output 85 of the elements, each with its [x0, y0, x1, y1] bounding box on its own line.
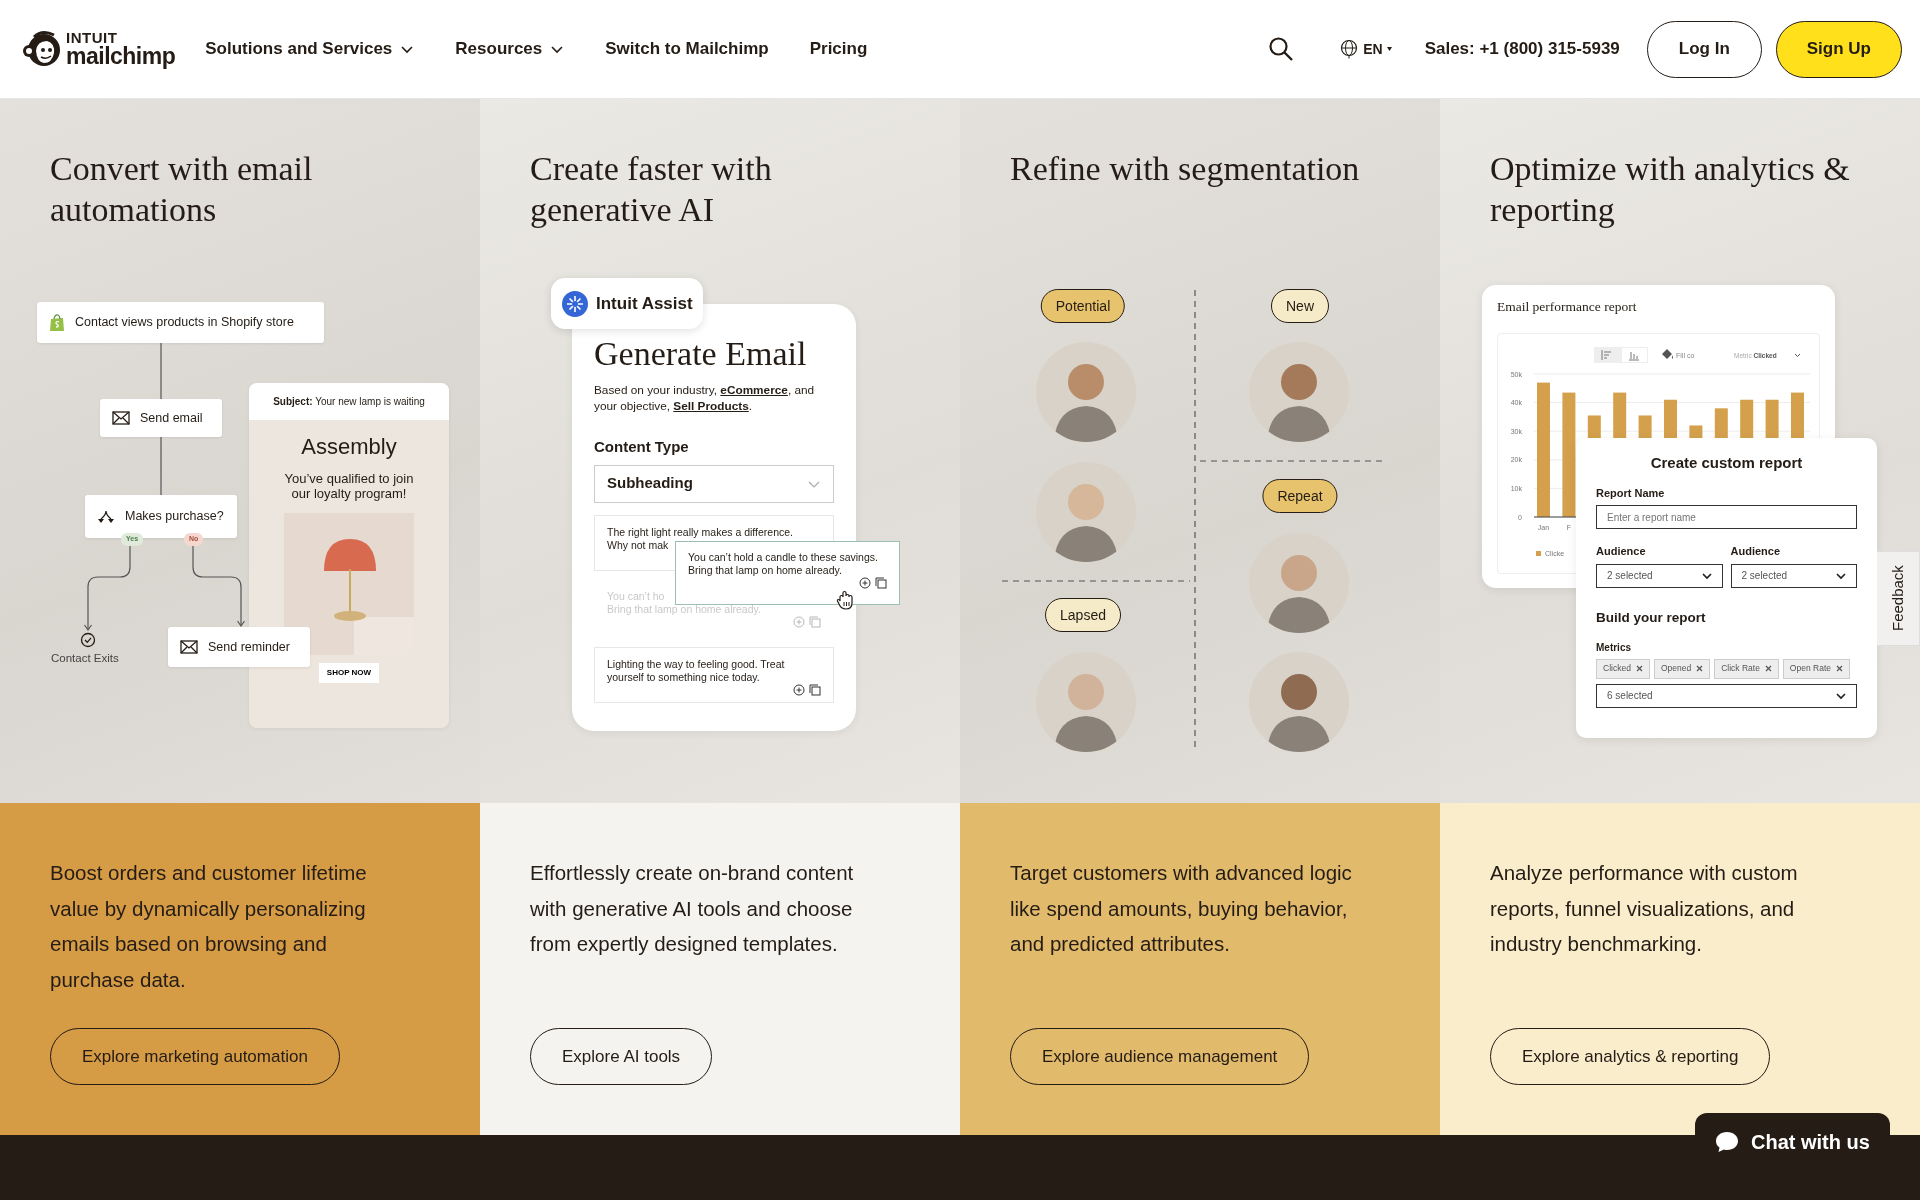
segment-tag: New	[1271, 289, 1329, 323]
view-toggle-button[interactable]	[1622, 348, 1647, 363]
audience-select[interactable]: 2 selected	[1596, 563, 1723, 588]
intuit-assist-badge: Intuit Assist	[551, 278, 703, 329]
logo-text: mailchimp	[66, 45, 176, 68]
speech-bubble-icon	[1715, 1130, 1739, 1153]
envelope-icon	[112, 410, 130, 426]
feature-heading: Convert with email automations	[49, 149, 314, 230]
field-label: Content Type	[594, 437, 690, 457]
exit-label: Contact Exits	[51, 651, 119, 666]
field-label: Audience	[1596, 544, 1647, 559]
trigger-node: Contact views products in Shopify store	[37, 302, 324, 343]
logo-text: INTUIT	[66, 30, 119, 45]
language-selector[interactable]: EN	[1339, 38, 1392, 60]
sales-phone: Sales: +1 (800) 315-5939	[1424, 38, 1620, 61]
close-icon	[1764, 665, 1772, 673]
segment-tag: Lapsed	[1045, 598, 1121, 632]
close-icon	[1836, 665, 1843, 673]
close-icon	[1635, 665, 1643, 673]
paint-bucket-icon[interactable]	[1662, 349, 1673, 360]
monkey-logo-icon	[22, 29, 62, 69]
shopping-bag-icon	[49, 313, 65, 332]
plus-circle-icon[interactable]	[793, 683, 805, 696]
segment-tag: Repeat	[1262, 479, 1338, 513]
suggestion-text: You can’t hold a candle to these savings. Bring that lamp on home already.	[688, 551, 879, 577]
metric-chip[interactable]: Click Rate	[1714, 658, 1779, 679]
suggestion-text: The right light really makes a difference. Why not mak	[607, 525, 794, 552]
intro-text: Based on your industry, eCommerce, and your objective, Sell Products.	[594, 382, 816, 414]
feature-description: Effortlessly create on-brand content with generative AI tools and choose from expertly designed templates.	[530, 860, 855, 957]
nav-link[interactable]: Solutions and Services	[205, 36, 415, 62]
chevron-down-icon[interactable]	[1794, 353, 1801, 358]
feature-heading: Refine with segmentation	[1009, 149, 1361, 189]
sign-up-button[interactable]: Sign Up	[1775, 20, 1902, 78]
field-label: Metrics	[1596, 640, 1632, 655]
caret-icon	[1386, 47, 1392, 51]
feature-heading: Optimize with analytics & reporting	[1489, 149, 1851, 230]
globe-icon	[1339, 39, 1360, 59]
branch-arrows-icon	[97, 508, 115, 525]
nav-link[interactable]: Pricing	[809, 36, 868, 62]
sparkle-icon	[562, 290, 588, 317]
shop-now-button[interactable]: SHOP NOW	[318, 663, 380, 683]
suggestion-text: Lighting the way to feeling good. Treat yourself to something nice today.	[607, 657, 786, 684]
metric-chip[interactable]: Opened	[1653, 658, 1711, 679]
feature-heading: Create faster with generative AI	[529, 149, 773, 230]
connector-line	[160, 436, 162, 496]
copy-icon[interactable]	[809, 683, 821, 696]
view-toggle-button[interactable]	[1601, 349, 1612, 361]
metric-chip[interactable]: Open Rate	[1782, 658, 1850, 679]
form-title: Create custom report	[1649, 453, 1804, 473]
field-label: Report Name	[1596, 485, 1666, 501]
feature-description: Boost orders and customer lifetime value by dynamically personalizing emails based on browsing and purchase data.	[50, 860, 368, 993]
chevron-down-icon	[1836, 691, 1846, 700]
check-circle-icon	[80, 632, 96, 648]
email-brand: Assembly	[300, 433, 398, 461]
report-title: Email performance report	[1497, 298, 1638, 316]
plus-circle-icon[interactable]	[859, 577, 871, 589]
email-message: You’ve qualified to join our loyalty program!	[283, 471, 415, 501]
legend-swatch	[1536, 551, 1541, 557]
copy-icon[interactable]	[875, 577, 887, 589]
envelope-icon	[180, 639, 198, 655]
close-icon	[1696, 665, 1704, 673]
content-type-select[interactable]: Subheading	[594, 464, 834, 503]
card-heading: Generate Email	[594, 336, 808, 372]
report-name-field[interactable]: Enter a report name	[1596, 505, 1857, 529]
metrics-select[interactable]: 6 selected	[1596, 683, 1857, 708]
segment-tag: Potential	[1040, 289, 1126, 323]
search-icon[interactable]	[1268, 36, 1295, 62]
text-link[interactable]: Sell Products	[673, 399, 749, 413]
text-link[interactable]: eCommerce	[720, 383, 788, 397]
feature-description: Analyze performance with custom reports, funnel visualizations, and industry benchmarking.	[1490, 860, 1799, 957]
audience-select[interactable]: 2 selected	[1730, 563, 1857, 588]
metric-chip[interactable]: Clicked	[1596, 658, 1650, 679]
nav-link[interactable]: Switch to Mailchimp	[605, 36, 769, 62]
nav-link[interactable]: Resources	[455, 36, 565, 62]
send-email-node: Send email	[100, 399, 222, 437]
chevron-down-icon	[1701, 571, 1712, 580]
feature-description: Target customers with advanced logic like spend amounts, buying behavior, and predicted attributes.	[1010, 860, 1353, 957]
chevron-down-icon	[1836, 571, 1846, 580]
logo[interactable]: INTUIT mailchimp	[22, 29, 176, 69]
email-subject: Subject: Your new lamp is waiting	[249, 383, 449, 420]
section-heading: Build your report	[1596, 608, 1707, 627]
send-reminder-node: Send reminder	[168, 627, 310, 667]
field-label: Audience	[1730, 544, 1781, 559]
feedback-tab[interactable]: Feedback	[1877, 551, 1920, 646]
connector-line	[160, 342, 162, 400]
